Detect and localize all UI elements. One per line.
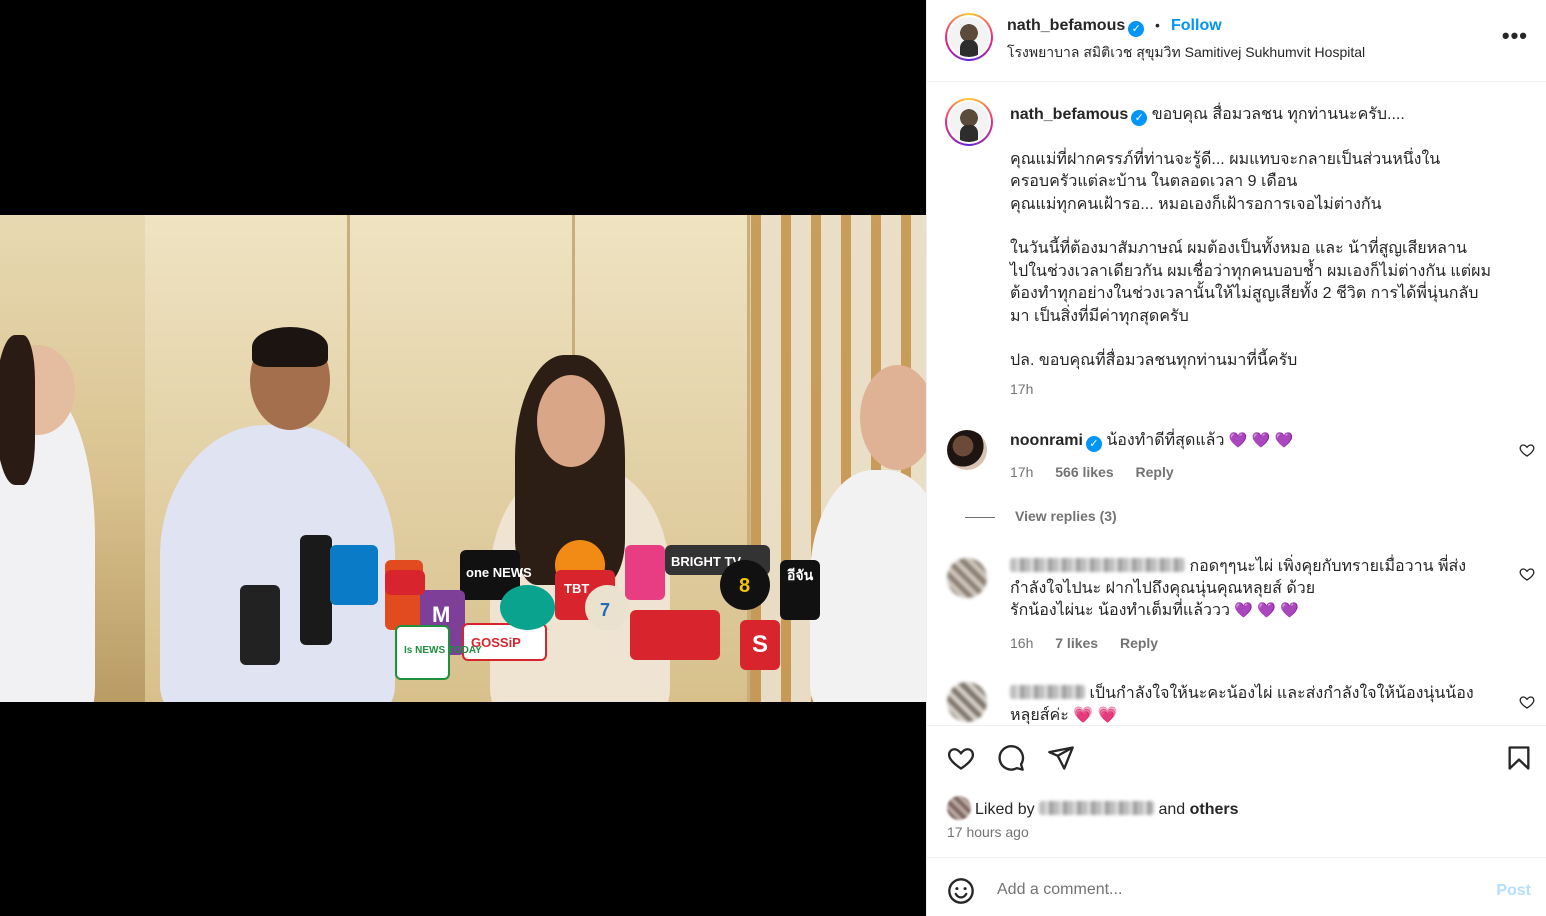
comment-text: กอดๆๆนะไผ่ เพิ่งคุยกับทรายเมื่อวาน พี่ส่… [1010, 556, 1500, 622]
pink-heart-emoji: 💗 💗 [1073, 707, 1118, 724]
photo-mic [300, 535, 332, 645]
comment-body: เป็นกำลังใจให้นะคะน้องไผ่ และส่งกำลังใจใ… [1089, 685, 1474, 702]
redacted-liker-username [1039, 801, 1155, 815]
comment-avatar[interactable] [947, 430, 987, 470]
caption-timestamp[interactable]: 17h [1010, 381, 1033, 397]
comment-avatar[interactable] [947, 558, 987, 598]
comment-reply-button[interactable]: Reply [1120, 635, 1158, 651]
photo-man-right-head [860, 365, 926, 470]
photo-mic [330, 545, 378, 605]
photo-mic [500, 585, 555, 630]
post-comment-button[interactable]: Post [1496, 882, 1531, 900]
photo-man-right [810, 470, 926, 702]
caption-line [1010, 216, 1530, 238]
liked-by-summary[interactable]: Liked by and others [947, 796, 1239, 820]
comment-bubble-icon[interactable] [997, 744, 1025, 772]
liked-by-and: and [1158, 801, 1186, 818]
photo-person-left-hair [0, 335, 35, 485]
comments-section[interactable]: nath_befamous ✓ ขอบคุณ สื่อมวลชน ทุกท่านน… [927, 82, 1546, 725]
author-username[interactable]: nath_befamous [1007, 17, 1125, 34]
share-send-icon[interactable] [1047, 744, 1075, 772]
comment-meta: 17h 566 likes Reply [1010, 464, 1192, 480]
caption-line: คุณแม่ทุกคนเฝ้ารอ... หมอเองก็เฝ้ารอการเจ… [1010, 195, 1382, 213]
post-time-ago[interactable]: 17 hours ago [947, 824, 1029, 840]
photo-mic-label: S [752, 631, 769, 658]
caption-line: มา เป็นสิ่งที่มีค่าทุกสุดครับ [1010, 307, 1189, 325]
photo-mic [625, 545, 665, 600]
purple-heart-emoji: 💜 💜 💜 [1228, 432, 1294, 449]
verified-badge-icon: ✓ [1085, 436, 1102, 452]
header-separator: • [1155, 17, 1160, 33]
comment-reply-button[interactable]: Reply [1136, 464, 1174, 480]
caption-line: ครอบครัวแต่ละบ้าน ในตลอดเวลา 9 เดือน [1010, 173, 1298, 190]
comment-username[interactable]: noonrami [1010, 432, 1083, 449]
press-conference-photo: one NEWS M GOSSiP TBT 7 BRIGHT TV 8 S อี… [0, 215, 926, 702]
redacted-username [1010, 558, 1185, 572]
comment-likes[interactable]: 7 likes [1055, 635, 1098, 651]
author-username-row: nath_befamous ✓ [1007, 17, 1145, 37]
verified-badge-icon: ✓ [1128, 21, 1145, 37]
comment-body: รักน้องไผ่นะ น้องทำเต็มที่แล้ววว [1010, 602, 1230, 619]
comment-text: เป็นกำลังใจให้นะคะน้องไผ่ และส่งกำลังใจใ… [1010, 683, 1500, 725]
comment-body: กำลังใจไปนะ ฝากไปถึงคุณนุ่นคุณหลุยส์ ด้ว… [1010, 580, 1316, 597]
caption-line: คุณแม่ที่ฝากครรภ์ที่ท่านจะรู้ดี... ผมแทบ… [1010, 150, 1441, 168]
photo-mic [385, 570, 425, 595]
post-media[interactable]: one NEWS M GOSSiP TBT 7 BRIGHT TV 8 S อี… [0, 0, 926, 916]
like-heart-icon[interactable] [947, 744, 975, 772]
photo-doctor-hair [252, 327, 328, 367]
caption-line: ต้องทำทุกอย่างในช่วงเวลานั้นให้ไม่สูญเสี… [1010, 285, 1479, 302]
post-header: nath_befamous ✓ • Follow โรงพยาบาล สมิติเ… [927, 0, 1546, 82]
redacted-username [1010, 685, 1085, 699]
comment-time[interactable]: 16h [1010, 635, 1033, 651]
caption-line: ขอบคุณ สื่อมวลชน ทุกท่านนะครับ.... [1151, 106, 1405, 123]
caption-author-avatar[interactable] [945, 98, 993, 146]
liked-by-others[interactable]: others [1190, 801, 1239, 818]
photo-mic-label: อีจัน [787, 567, 814, 583]
add-comment-input[interactable] [997, 875, 1457, 905]
caption-line: ไปในช่วงเวลาเดียวกัน ผมเชื่อว่าทุกคนบอบช… [1010, 262, 1492, 280]
comment-body: น้องทำดีที่สุดแล้ว [1106, 432, 1225, 449]
more-options-icon[interactable]: ••• [1502, 25, 1528, 47]
comment-time[interactable]: 17h [1010, 464, 1033, 480]
post-details-panel: nath_befamous ✓ • Follow โรงพยาบาล สมิติเ… [926, 0, 1546, 916]
comment-body: หลุยส์ค่ะ [1010, 707, 1069, 724]
caption-line [1010, 328, 1530, 350]
emoji-icon[interactable] [947, 877, 975, 905]
photo-mic [240, 585, 280, 665]
comment-like-heart-icon[interactable] [1519, 694, 1535, 710]
caption-username[interactable]: nath_befamous [1010, 106, 1128, 123]
comment-like-heart-icon[interactable] [1519, 566, 1535, 582]
add-comment-bar: Post [927, 857, 1546, 916]
caption-line: ในวันนี้ที่ต้องมาสัมภาษณ์ ผมต้องเป็นทั้ง… [1010, 240, 1467, 257]
post-actions: Liked by and others 17 hours ago [927, 725, 1546, 857]
photo-woman-center-face [537, 375, 605, 467]
post-caption: nath_befamous ✓ ขอบคุณ สื่อมวลชน ทุกท่านน… [1010, 104, 1530, 373]
comment-meta: 16h 7 likes Reply [1010, 635, 1176, 651]
verified-badge-icon: ✓ [1131, 110, 1148, 126]
comment-text: noonrami ✓ น้องทำดีที่สุดแล้ว 💜 💜 💜 [1010, 430, 1500, 452]
caption-line: ปล. ขอบคุณที่สื่อมวลชนทุกท่านมาที่นี้ครั… [1010, 352, 1298, 369]
comment-likes[interactable]: 566 likes [1055, 464, 1113, 480]
photo-mic-label: Is NEWS TODAY [404, 645, 482, 656]
photo-mic-label: one NEWS [466, 565, 532, 580]
post-location[interactable]: โรงพยาบาล สมิติเวช สุขุมวิท Samitivej Su… [1007, 42, 1365, 64]
comment-body: กอดๆๆนะไผ่ เพิ่งคุยกับทรายเมื่อวาน พี่ส่… [1189, 558, 1467, 575]
liked-by-prefix: Liked by [975, 801, 1035, 818]
save-bookmark-icon[interactable] [1505, 744, 1533, 772]
photo-mic [630, 610, 720, 660]
follow-button[interactable]: Follow [1171, 17, 1222, 35]
comment-like-heart-icon[interactable] [1519, 442, 1535, 458]
photo-mic-label: 8 [739, 575, 751, 597]
photo-mic-label: 7 [600, 600, 611, 620]
caption-line [1010, 127, 1530, 149]
purple-heart-emoji: 💜 💜 💜 [1234, 602, 1299, 619]
liker-avatar [947, 796, 971, 820]
author-avatar[interactable] [945, 13, 993, 61]
comment-avatar[interactable] [947, 682, 987, 722]
view-replies-button[interactable]: View replies (3) [1015, 508, 1117, 524]
